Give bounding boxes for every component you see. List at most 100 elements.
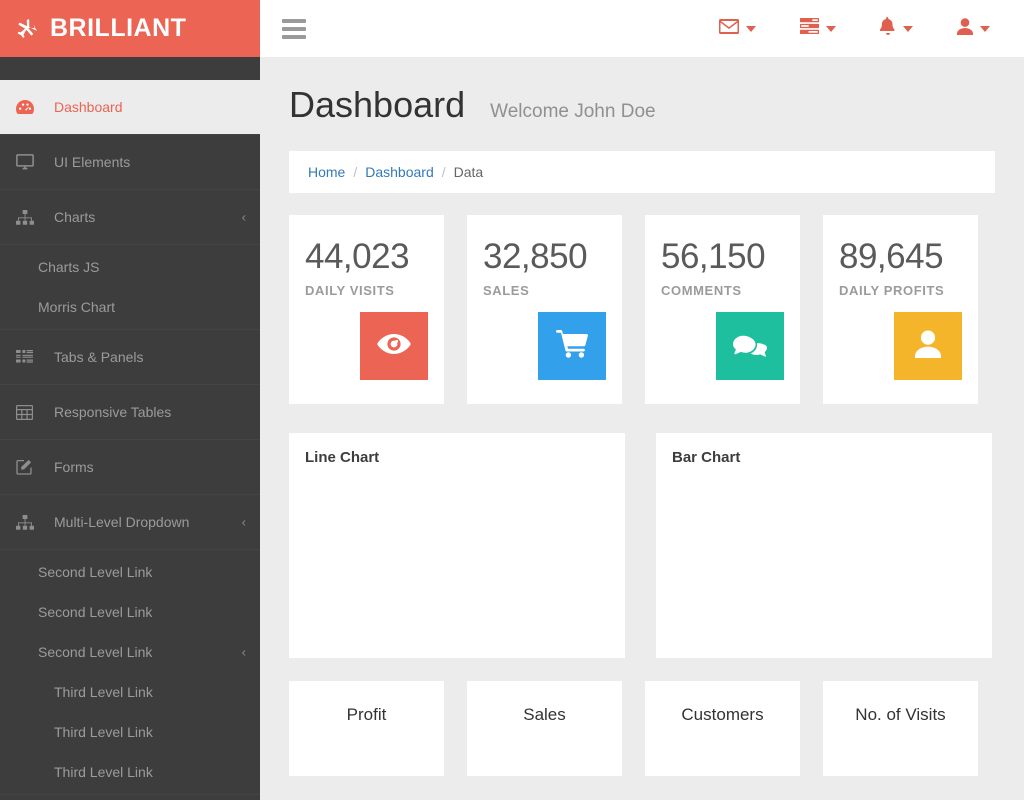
sidebar-top-spacer (0, 57, 260, 80)
stat-card-sales[interactable]: 32,850 SALES (467, 215, 622, 404)
sidebar-subitem-second-level-3[interactable]: Second Level Link ‹ (0, 632, 260, 672)
multilevel-submenu: Second Level Link Second Level Link Seco… (0, 550, 260, 794)
sitemap-icon (16, 514, 38, 530)
page-title: Dashboard (289, 84, 466, 125)
bottom-cards-row: Profit Sales Customers No. of Visits (289, 681, 995, 776)
desktop-icon (16, 154, 38, 170)
bottom-card-no-of-visits[interactable]: No. of Visits (823, 681, 978, 776)
sidebar-sublabel: Second Level Link (38, 564, 153, 580)
stat-label: DAILY PROFITS (839, 283, 945, 298)
sidebar-subitem-third-level-1[interactable]: Third Level Link (0, 672, 260, 712)
tasks-dropdown[interactable] (784, 0, 852, 57)
sidebar-subitem-charts-js[interactable]: Charts JS (0, 247, 260, 287)
breadcrumb-dashboard[interactable]: Dashboard (365, 164, 434, 180)
stat-value: 44,023 (305, 237, 410, 276)
sidebar-subitem-second-level-2[interactable]: Second Level Link (0, 592, 260, 632)
bottom-card-profit[interactable]: Profit (289, 681, 444, 776)
chevron-left-icon[interactable]: ‹ (242, 210, 246, 225)
sidebar-sublabel: Third Level Link (54, 684, 153, 700)
envelope-icon (719, 18, 739, 39)
sidebar-label: Tabs & Panels (54, 349, 144, 365)
stat-icon-container (538, 312, 606, 380)
charts-submenu: Charts JS Morris Chart (0, 245, 260, 330)
chevron-down-icon (826, 25, 836, 32)
stats-row: 44,023 DAILY VISITS 32,850 SALES 56,150 … (289, 215, 995, 404)
sidebar-item-forms[interactable]: Forms (0, 440, 260, 495)
chevron-left-icon[interactable]: ‹ (242, 645, 246, 660)
tasks-icon (800, 18, 819, 39)
main-content: Dashboard Welcome John Doe Home / Dashbo… (260, 57, 1024, 800)
sidebar-item-tabs-panels[interactable]: Tabs & Panels (0, 330, 260, 385)
bottom-card-label: Profit (346, 705, 387, 724)
stat-label: SALES (483, 283, 530, 298)
tachometer-icon (16, 99, 38, 115)
breadcrumb-home[interactable]: Home (308, 164, 345, 180)
sidebar-sublabel: Second Level Link (38, 644, 153, 660)
breadcrumb-current: Data (453, 164, 484, 180)
sidebar-item-responsive-tables[interactable]: Responsive Tables (0, 385, 260, 440)
breadcrumb-separator: / (441, 164, 446, 180)
notifications-dropdown[interactable] (864, 0, 929, 57)
brand-logo[interactable]: BRILLIANT (0, 0, 260, 57)
page-header: Dashboard Welcome John Doe (260, 57, 1024, 126)
comments-icon (733, 331, 767, 362)
stat-card-daily-visits[interactable]: 44,023 DAILY VISITS (289, 215, 444, 404)
stat-card-comments[interactable]: 56,150 COMMENTS (645, 215, 800, 404)
panel-line-chart: Line Chart (289, 433, 625, 658)
chevron-left-icon[interactable]: ‹ (242, 515, 246, 530)
messages-dropdown[interactable] (703, 0, 772, 57)
bell-icon (879, 17, 896, 40)
eye-icon (377, 332, 411, 361)
panel-title: Bar Chart (672, 449, 741, 466)
top-navbar (260, 0, 1024, 57)
sidebar-label: UI Elements (54, 154, 131, 170)
welcome-message: Welcome John Doe (490, 101, 656, 122)
sidebar-subitem-morris-chart[interactable]: Morris Chart (0, 287, 260, 327)
stat-value: 56,150 (661, 237, 766, 276)
sidebar-label: Responsive Tables (54, 404, 172, 420)
sidebar-label: Multi-Level Dropdown (54, 514, 190, 530)
sidebar-subitem-second-level-1[interactable]: Second Level Link (0, 552, 260, 592)
sidebar-item-charts[interactable]: Charts ‹ (0, 190, 260, 245)
sidebar-sublabel: Second Level Link (38, 604, 153, 620)
navbar-actions (703, 0, 1024, 57)
user-icon (957, 17, 973, 40)
sidebar-label: Charts (54, 209, 96, 225)
bottom-card-label: Customers (681, 705, 764, 724)
stat-label: COMMENTS (661, 283, 742, 298)
sidebar-label: Dashboard (54, 99, 123, 115)
stat-value: 32,850 (483, 237, 588, 276)
bottom-card-label: No. of Visits (855, 705, 946, 724)
sidebar-label: Forms (54, 459, 94, 475)
sidebar-item-ui-elements[interactable]: UI Elements (0, 135, 260, 190)
sidebar-item-dashboard[interactable]: Dashboard (0, 80, 260, 135)
sidebar-subitem-third-level-3[interactable]: Third Level Link (0, 752, 260, 792)
user-icon (915, 330, 941, 363)
sidebar-sublabel: Third Level Link (54, 764, 153, 780)
stat-icon-container (360, 312, 428, 380)
stat-icon-container (894, 312, 962, 380)
sidebar-item-multi-level-dropdown[interactable]: Multi-Level Dropdown ‹ (0, 495, 260, 550)
sidebar-subitem-third-level-2[interactable]: Third Level Link (0, 712, 260, 752)
sidebar-sublabel: Third Level Link (54, 724, 153, 740)
panel-bar-chart: Bar Chart (656, 433, 992, 658)
sidebar-sublabel: Charts JS (38, 259, 100, 275)
shopping-cart-icon (556, 329, 588, 363)
charts-row: Line Chart Bar Chart (289, 433, 995, 658)
table-icon (16, 404, 38, 420)
stat-label: DAILY VISITS (305, 283, 395, 298)
breadcrumb-separator: / (353, 164, 358, 180)
brand-name: BRILLIANT (50, 14, 187, 42)
stat-value: 89,645 (839, 237, 944, 276)
stat-card-daily-profits[interactable]: 89,645 DAILY PROFITS (823, 215, 978, 404)
panel-title: Line Chart (305, 449, 380, 466)
sidebar-divider (0, 794, 260, 795)
bottom-card-sales[interactable]: Sales (467, 681, 622, 776)
chevron-down-icon (903, 25, 913, 32)
bottom-card-customers[interactable]: Customers (645, 681, 800, 776)
chevron-down-icon (746, 25, 756, 32)
hamburger-icon[interactable] (282, 18, 306, 39)
sidebar: Dashboard UI Elements Charts ‹ Charts JS… (0, 57, 260, 800)
user-dropdown[interactable] (941, 0, 1006, 57)
pencil-square-icon (16, 459, 38, 475)
